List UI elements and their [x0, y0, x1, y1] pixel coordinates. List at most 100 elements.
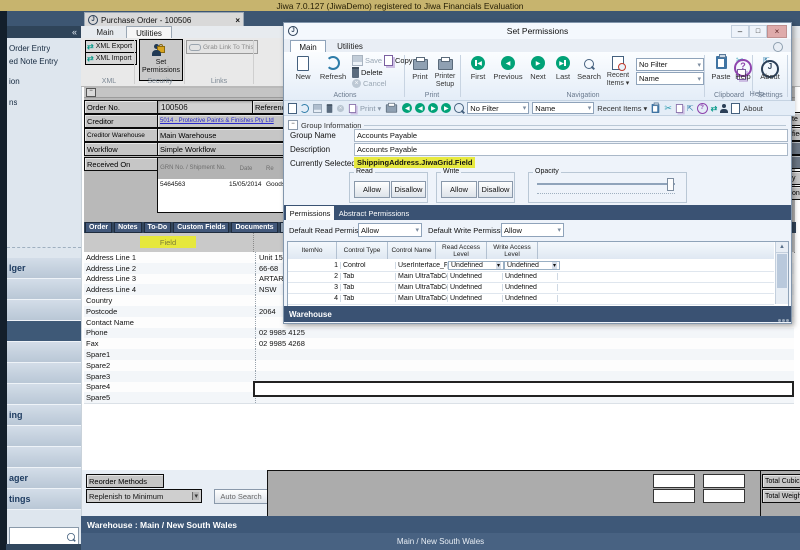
sidebar-group[interactable] — [7, 300, 83, 321]
dialog-title-bar[interactable]: Set Permissions – □ × — [284, 23, 791, 40]
cancel-small-icon[interactable] — [337, 104, 344, 111]
scrollbar-up-arrow[interactable]: ▲ — [776, 242, 788, 253]
sidebar-item[interactable]: ion — [9, 77, 20, 86]
cell-read-combo[interactable]: Undefined▾ — [448, 261, 504, 270]
print-quick-button[interactable]: Print ▾ — [360, 104, 381, 113]
scrollbar-thumb[interactable] — [777, 254, 787, 288]
sidebar-item[interactable]: ed Note Entry — [9, 57, 58, 66]
import-export-small-icon[interactable] — [711, 104, 718, 113]
delete-small-icon[interactable] — [327, 104, 333, 113]
sidebar-group-purchasing[interactable]: ing — [7, 405, 83, 426]
printer-setup-button[interactable]: Printer Setup — [433, 56, 457, 75]
first-small-icon[interactable] — [405, 105, 410, 112]
copy-small-icon[interactable] — [349, 104, 356, 113]
creditor-link[interactable]: 5014 - Protective Paints & Finishes Pty … — [160, 118, 274, 124]
filter-quick-combo[interactable]: No Filter — [467, 102, 529, 114]
previous-small-icon[interactable] — [415, 103, 425, 113]
field-value[interactable]: 02 9985 4125 — [256, 328, 794, 339]
sidebar-group[interactable] — [7, 279, 83, 300]
previous-button[interactable]: Previous — [492, 56, 524, 70]
help-button[interactable]: Help — [732, 56, 754, 77]
last-button[interactable]: Last — [552, 56, 574, 70]
reorder-method-combo[interactable]: Replenish to Minimum — [86, 489, 202, 503]
last-small-icon[interactable] — [441, 103, 451, 113]
search-button[interactable]: Search — [576, 56, 602, 74]
tab-todo[interactable]: To-Do — [144, 222, 172, 233]
po-tab-main[interactable]: Main — [88, 27, 122, 38]
sidebar-group-manager[interactable]: ager — [7, 468, 83, 489]
dialog-tab-utilities[interactable]: Utilities — [328, 40, 372, 52]
about-button[interactable]: About — [758, 56, 782, 78]
about-doc-icon[interactable] — [731, 103, 740, 114]
about-quick-button[interactable]: About — [743, 104, 763, 113]
total-box[interactable] — [703, 489, 745, 503]
cut-small-icon[interactable] — [664, 104, 672, 113]
next-small-icon[interactable] — [428, 103, 438, 113]
sidebar-group-ledger[interactable]: lger — [7, 258, 83, 279]
next-button[interactable]: Next — [526, 56, 550, 70]
tab-notes[interactable]: Notes — [114, 222, 141, 233]
search-small-icon[interactable] — [454, 103, 464, 113]
name-quick-combo[interactable]: Name — [532, 102, 594, 114]
first-button[interactable]: First — [466, 56, 490, 70]
search-icon[interactable] — [67, 533, 75, 541]
sidebar-search-input[interactable] — [10, 529, 66, 544]
sidebar-group[interactable] — [7, 363, 83, 384]
field-value[interactable] — [256, 371, 794, 382]
opacity-slider-track[interactable] — [537, 183, 675, 185]
sidebar-collapse-button[interactable]: « — [72, 28, 77, 37]
tab-permissions[interactable]: Permissions — [286, 206, 334, 220]
user-small-icon[interactable] — [720, 104, 728, 113]
copy2-small-icon[interactable] — [676, 104, 683, 113]
filter-combo[interactable]: No Filter — [636, 58, 704, 71]
new-button[interactable]: New — [292, 56, 314, 76]
total-box[interactable] — [703, 474, 745, 488]
write-disallow-button[interactable]: Disallow — [478, 181, 513, 198]
read-allow-button[interactable]: Allow — [354, 181, 390, 198]
save-small-icon[interactable] — [313, 104, 322, 113]
col-read-access[interactable]: Read Access Level — [436, 242, 487, 259]
recent-items-quick-button[interactable]: Recent Items ▾ — [597, 104, 647, 113]
grn-cell[interactable]: 15/05/2014 — [229, 181, 262, 188]
total-box[interactable] — [653, 489, 695, 503]
sidebar-group-selected[interactable] — [7, 321, 83, 342]
export-small-icon[interactable] — [687, 104, 694, 113]
section-collapse-button[interactable]: − — [288, 120, 298, 130]
name-combo[interactable]: Name — [636, 72, 704, 85]
total-box[interactable] — [653, 474, 695, 488]
sidebar-item[interactable]: ns — [9, 98, 17, 107]
po-tab-close-icon[interactable]: × — [235, 16, 240, 25]
ribbon-options-icon[interactable] — [773, 42, 783, 52]
grid-row[interactable]: 4 Tab Main UltraTabContr Undefined Undef… — [288, 293, 774, 305]
po-document-tab[interactable]: Purchase Order - 100506 × — [84, 12, 244, 27]
grn-cell[interactable]: 5464563 — [160, 181, 185, 188]
sidebar-group-settings[interactable]: tings — [7, 489, 83, 510]
col-write-access[interactable]: Write Access Level — [487, 242, 538, 259]
copy-button[interactable]: Copy — [384, 55, 413, 66]
help-small-icon[interactable] — [697, 103, 708, 114]
field-value[interactable] — [256, 349, 794, 360]
printer-small-icon[interactable] — [386, 104, 397, 112]
group-name-input[interactable]: Accounts Payable — [354, 129, 788, 142]
tab-order[interactable]: Order — [85, 222, 112, 233]
field-column-header-highlighted[interactable]: Field — [140, 236, 196, 248]
field-value[interactable]: 02 9985 4268 — [256, 338, 794, 349]
minimize-button[interactable]: – — [731, 25, 749, 38]
refresh-button[interactable]: Refresh — [318, 56, 348, 75]
recent-items-button[interactable]: Recent Items ▾ — [604, 56, 632, 75]
description-input[interactable]: Accounts Payable — [354, 143, 788, 156]
auto-search-button[interactable]: Auto Search — [214, 489, 268, 504]
set-permissions-button[interactable]: Set Permissions — [139, 39, 183, 81]
xml-import-button[interactable]: XML Import — [85, 52, 137, 65]
creditor-warehouse-value[interactable]: Main Warehouse — [157, 128, 290, 142]
delete-button[interactable]: Delete — [352, 67, 383, 78]
selected-item-value-highlighted[interactable]: ShippingAddress.JiwaGrid.Field — [354, 157, 475, 168]
refresh-small-icon[interactable] — [300, 104, 309, 113]
tab-documents[interactable]: Documents — [231, 222, 277, 233]
sidebar-group[interactable] — [7, 447, 83, 468]
close-button[interactable]: × — [767, 25, 787, 38]
cell-write-combo[interactable]: Undefined▾ — [504, 261, 560, 270]
field-value-edit-box[interactable] — [253, 381, 794, 397]
tab-custom-fields[interactable]: Custom Fields — [173, 222, 229, 233]
maximize-button[interactable]: □ — [749, 25, 767, 38]
